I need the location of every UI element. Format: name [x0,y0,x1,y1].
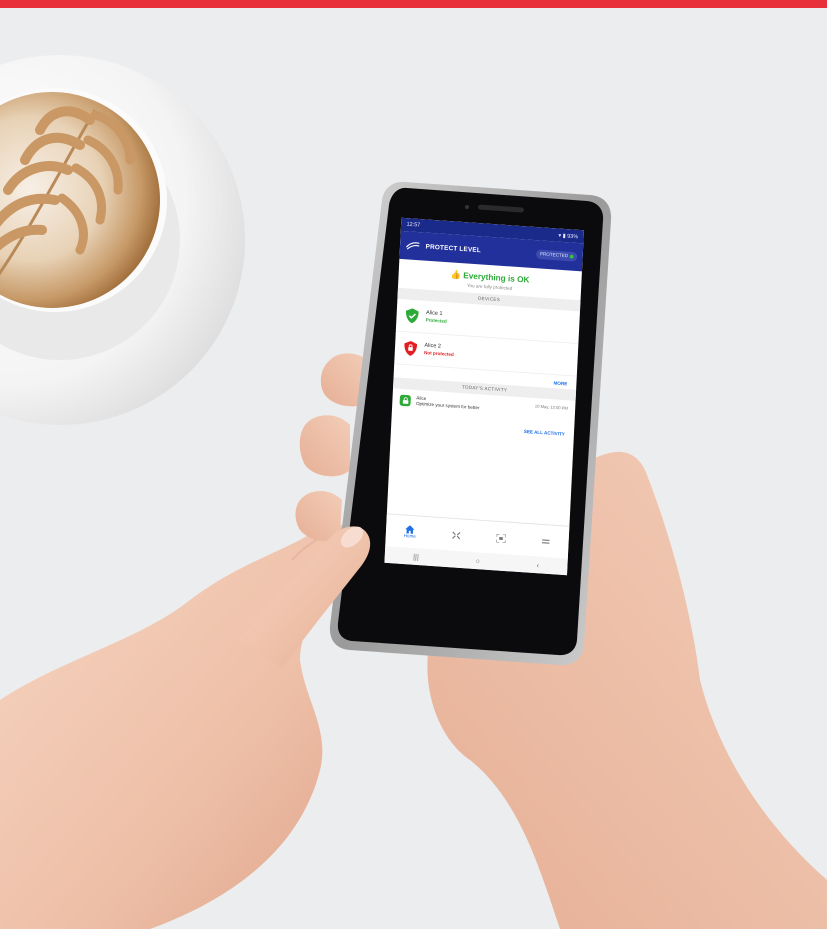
device-name: Alice 1 [425,310,443,317]
nav-home[interactable]: Home [404,524,417,539]
recents-button[interactable]: ||| [413,552,419,561]
scan-icon [496,533,507,543]
more-icon [542,538,550,544]
coffee-cup [0,55,245,425]
left-hand [0,524,357,929]
protection-toggle[interactable]: PROTECTED [536,249,578,262]
protection-toggle-label: PROTECTED [539,251,569,260]
thumbs-up-icon: 👍 [450,269,462,280]
device-state: Not protected [423,350,454,358]
home-button[interactable]: ○ [475,556,480,565]
nav-scan[interactable] [496,533,507,543]
status-time: 12:57 [406,221,421,229]
back-button[interactable]: ‹ [536,561,539,570]
lock-icon [399,394,411,407]
activity-date: 10 May, 12:00 PM [534,403,569,411]
shield-alert-icon [404,341,418,356]
nav-devices[interactable] [452,530,462,539]
phone-screen: 12:57 ▾ ▮ 93% PROTECT LEVEL PROTECTED 👍 … [384,217,584,576]
app-title: PROTECT LEVEL [425,243,482,254]
status-icons: ▾ ▮ 93% [558,232,579,240]
status-headline-text: Everything is OK [462,270,530,285]
status-dot-icon [569,254,574,259]
device-state: Protected [425,317,447,325]
shield-check-icon [405,308,419,324]
device-name: Alice 2 [424,342,442,350]
nav-more[interactable] [541,537,551,546]
devices-icon [452,531,461,539]
activity-text-block: Alice Optimize your system for better [416,396,530,415]
brand-logo-icon [405,242,420,250]
nav-home-label: Home [403,532,417,540]
